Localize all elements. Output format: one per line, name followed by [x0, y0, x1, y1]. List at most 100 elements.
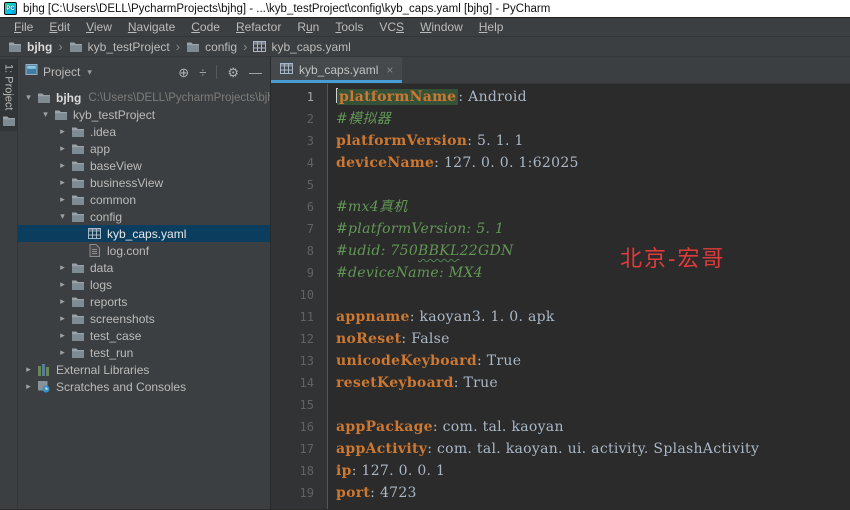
code-line-3[interactable]: platformVersion: 5. 1. 1 — [336, 130, 850, 152]
chevron-down-icon[interactable]: ▾ — [56, 211, 69, 222]
editor-tab-bar: kyb_caps.yaml × — [271, 57, 850, 84]
chevron-right-icon[interactable]: ▸ — [56, 126, 69, 137]
window-title: bjhg [C:\Users\DELL\PycharmProjects\bjhg… — [23, 3, 550, 15]
code-line-9[interactable]: #deviceName: MX4 — [336, 262, 850, 284]
tree-item-config[interactable]: ▾config — [18, 208, 270, 225]
editor-code[interactable]: platformName: Android#模拟器platformVersion… — [328, 84, 850, 509]
breadcrumb: bjhg›kyb_testProject›config›kyb_caps.yam… — [0, 37, 850, 57]
line-number-16: 16 — [271, 416, 327, 438]
code-line-2[interactable]: #模拟器 — [336, 108, 850, 130]
code-line-7[interactable]: #platformVersion: 5. 1 — [336, 218, 850, 240]
tree-item-external-libraries[interactable]: ▸External Libraries — [18, 361, 270, 378]
yaml-value: : kaoyan3. 1. 0. apk — [410, 309, 555, 325]
editor-body[interactable]: 12345678910111213141516171819 platformNa… — [271, 84, 850, 509]
project-view-icon — [25, 63, 38, 81]
menu-window[interactable]: Window — [412, 20, 471, 34]
code-line-10[interactable] — [336, 284, 850, 306]
tree-item-idea[interactable]: ▸.idea — [18, 123, 270, 140]
editor-gutter: 12345678910111213141516171819 — [271, 84, 328, 509]
chevron-right-icon[interactable]: ▸ — [56, 347, 69, 358]
line-number-10: 10 — [271, 284, 327, 306]
breadcrumb-item-kyb-caps-yaml[interactable]: kyb_caps.yaml — [253, 40, 350, 54]
chevron-right-icon[interactable]: ▸ — [22, 364, 35, 375]
breadcrumb-item-kyb-testproject[interactable]: kyb_testProject — [69, 40, 170, 54]
code-line-11[interactable]: appname: kaoyan3. 1. 0. apk — [336, 306, 850, 328]
yaml-comment: #platformVersion: 5. 1 — [336, 221, 504, 237]
editor-tab-kyb-caps-yaml[interactable]: kyb_caps.yaml × — [271, 57, 402, 83]
folder-icon — [69, 160, 86, 172]
folder-icon — [69, 143, 86, 155]
hide-panel-icon[interactable]: — — [249, 66, 262, 79]
tree-item-scratches-and-consoles[interactable]: ▸Scratches and Consoles — [18, 378, 270, 395]
menu-edit[interactable]: Edit — [41, 20, 78, 34]
code-line-1[interactable]: platformName: Android — [336, 86, 850, 108]
tree-item-reports[interactable]: ▸reports — [18, 293, 270, 310]
code-line-5[interactable] — [336, 174, 850, 196]
menu-navigate[interactable]: Navigate — [120, 20, 183, 34]
chevron-right-icon[interactable]: ▸ — [56, 262, 69, 273]
chevron-right-icon[interactable]: ▸ — [56, 143, 69, 154]
chevron-right-icon[interactable]: ▸ — [22, 381, 35, 392]
chevron-right-icon[interactable]: ▸ — [56, 296, 69, 307]
project-panel-title[interactable]: Project — [43, 65, 80, 79]
chevron-right-icon[interactable]: ▸ — [56, 279, 69, 290]
tree-item-log-conf[interactable]: log.conf — [18, 242, 270, 259]
tree-item-baseview[interactable]: ▸baseView — [18, 157, 270, 174]
folder-icon — [35, 92, 52, 104]
tree-item-businessview[interactable]: ▸businessView — [18, 174, 270, 191]
tree-item-kyb-caps-yaml[interactable]: kyb_caps.yaml — [18, 225, 270, 242]
tree-item-app[interactable]: ▸app — [18, 140, 270, 157]
yaml-key: appPackage — [336, 419, 433, 435]
menu-code[interactable]: Code — [183, 20, 228, 34]
tree-item-kyb-testproject[interactable]: ▾kyb_testProject — [18, 106, 270, 123]
yaml-value: : Android — [458, 89, 527, 105]
code-line-15[interactable] — [336, 394, 850, 416]
chevron-right-icon[interactable]: ▸ — [56, 313, 69, 324]
code-line-8[interactable]: #udid: 750BBKL22GDN — [336, 240, 850, 262]
chevron-right-icon[interactable]: ▸ — [56, 160, 69, 171]
tree-item-logs[interactable]: ▸logs — [18, 276, 270, 293]
line-number-14: 14 — [271, 372, 327, 394]
project-stripe-button[interactable]: 1: Project — [0, 59, 18, 131]
menu-vcs[interactable]: VCS — [371, 20, 412, 34]
chevron-down-icon[interactable]: ▾ — [87, 67, 92, 78]
tree-item-test-run[interactable]: ▸test_run — [18, 344, 270, 361]
yaml-value: : com. tal. kaoyan — [433, 419, 564, 435]
menu-refactor[interactable]: Refactor — [228, 20, 289, 34]
code-line-6[interactable]: #mx4真机 — [336, 196, 850, 218]
breadcrumb-item-bjhg[interactable]: bjhg — [8, 40, 52, 54]
tree-item-common[interactable]: ▸common — [18, 191, 270, 208]
collapse-all-icon[interactable]: ÷ — [199, 66, 206, 79]
chevron-right-icon[interactable]: ▸ — [56, 330, 69, 341]
code-line-19[interactable]: port: 4723 — [336, 482, 850, 504]
code-line-4[interactable]: deviceName: 127. 0. 0. 1:62025 — [336, 152, 850, 174]
tree-item-screenshots[interactable]: ▸screenshots — [18, 310, 270, 327]
menu-run[interactable]: Run — [289, 20, 327, 34]
chevron-right-icon[interactable]: ▸ — [56, 194, 69, 205]
folder-icon — [52, 109, 69, 121]
code-line-17[interactable]: appActivity: com. tal. kaoyan. ui. activ… — [336, 438, 850, 460]
code-line-14[interactable]: resetKeyboard: True — [336, 372, 850, 394]
chevron-down-icon[interactable]: ▾ — [22, 92, 35, 103]
code-line-18[interactable]: ip: 127. 0. 0. 1 — [336, 460, 850, 482]
tree-item-data[interactable]: ▸data — [18, 259, 270, 276]
watermark-text: 北京-宏哥 — [620, 241, 725, 273]
code-line-12[interactable]: noReset: False — [336, 328, 850, 350]
yaml-key: appActivity — [336, 441, 427, 457]
code-line-13[interactable]: unicodeKeyboard: True — [336, 350, 850, 372]
chevron-down-icon[interactable]: ▾ — [39, 109, 52, 120]
project-panel: Project ▾ ⊕ ÷ ⚙ — ▾bjhgC:\Users\DELL\Pychar… — [18, 57, 270, 509]
menu-tools[interactable]: Tools — [327, 20, 371, 34]
close-tab-icon[interactable]: × — [386, 63, 393, 77]
settings-gear-icon[interactable]: ⚙ — [227, 66, 239, 79]
file-icon — [86, 244, 103, 257]
chevron-right-icon[interactable]: ▸ — [56, 177, 69, 188]
locate-file-icon[interactable]: ⊕ — [178, 66, 189, 79]
tree-item-bjhg[interactable]: ▾bjhgC:\Users\DELL\PycharmProjects\bjhg — [18, 89, 270, 106]
menu-file[interactable]: File — [6, 20, 41, 34]
breadcrumb-item-config[interactable]: config — [186, 40, 237, 54]
menu-help[interactable]: Help — [471, 20, 512, 34]
tree-item-test-case[interactable]: ▸test_case — [18, 327, 270, 344]
code-line-16[interactable]: appPackage: com. tal. kaoyan — [336, 416, 850, 438]
menu-view[interactable]: View — [78, 20, 120, 34]
